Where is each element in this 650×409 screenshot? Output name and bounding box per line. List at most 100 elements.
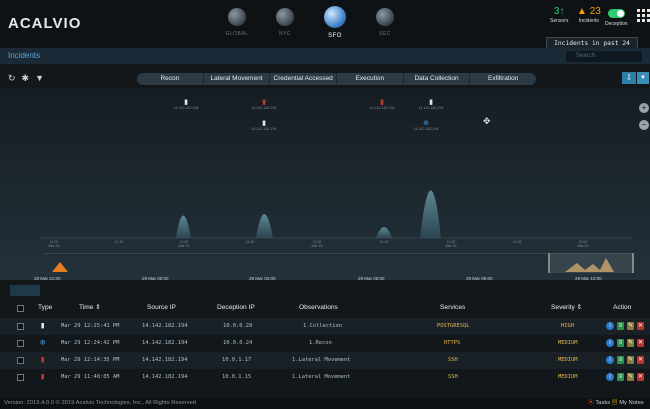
row-checkbox[interactable] — [17, 323, 24, 330]
device-marker[interactable]: ▮ 14.142.182.194 — [362, 98, 402, 110]
app-logo: ACALVIO — [8, 15, 82, 32]
device-marker[interactable]: ▮ 14.142.182.194 — [244, 119, 284, 131]
time-tick: 11:30 Mar 29 — [178, 240, 190, 248]
info-icon[interactable]: i — [606, 339, 614, 347]
row-checkbox[interactable] — [17, 357, 24, 364]
deception-stat: Deception — [605, 20, 628, 27]
row-deception-ip: 10.0.1.15 — [222, 374, 252, 380]
wand-icon[interactable]: ✎ — [627, 339, 634, 347]
row-service: SSH — [448, 374, 458, 380]
server-icon: ▮ — [184, 99, 188, 106]
site-sfo[interactable]: SFO — [310, 6, 360, 39]
wand-icon[interactable]: ✎ — [627, 373, 634, 381]
deception-toggle[interactable] — [608, 9, 625, 18]
globe-icon — [276, 8, 294, 26]
gear-icon[interactable]: ✱ — [22, 72, 30, 84]
row-actions: i ≡ ✎ ✕ — [606, 373, 644, 381]
document-icon: ▮ — [40, 372, 46, 382]
table-row[interactable]: ⊕ Mar 29 12:24:42 PM 14.142.182.194 10.0… — [0, 335, 650, 352]
notes-icon[interactable]: ▤ — [612, 400, 618, 406]
page-header — [0, 48, 650, 64]
row-checkbox[interactable] — [17, 340, 24, 347]
row-service: POSTGRESQL — [437, 323, 470, 329]
column-severity[interactable]: Severity ⇕ — [551, 300, 582, 316]
time-navigator[interactable] — [44, 253, 634, 274]
table-row[interactable]: ▮ Mar 29 12:25:41 PM 14.142.182.194 10.0… — [0, 318, 650, 335]
filter-icon[interactable]: ▼ — [35, 72, 44, 84]
time-tick: 11:15 — [114, 240, 124, 244]
trash-icon[interactable]: ✕ — [637, 322, 644, 330]
column-deception-ip[interactable]: Deception IP — [217, 300, 255, 316]
site-label: GLOBAL — [225, 31, 249, 37]
wand-icon[interactable]: ✎ — [627, 322, 634, 330]
report-icon[interactable]: ≡ — [617, 356, 624, 364]
trash-icon[interactable]: ✕ — [637, 373, 644, 381]
row-source-ip: 14.142.182.194 — [142, 357, 188, 363]
sensors-count: 3↑ — [553, 6, 565, 17]
column-services[interactable]: Services — [440, 300, 465, 316]
tasks-icon[interactable]: ⦿ — [588, 400, 594, 406]
site-global[interactable]: GLOBAL — [212, 6, 262, 37]
wand-icon[interactable]: ✎ — [627, 356, 634, 364]
apps-grid-icon[interactable] — [637, 9, 650, 22]
device-marker[interactable]: ⊕ 14.142.182.194 — [406, 119, 446, 131]
time-tick: 12:30 Mar 29 — [445, 240, 457, 248]
row-time: Mar 29 12:24:42 PM — [61, 340, 120, 346]
trash-icon[interactable]: ✕ — [637, 356, 644, 364]
phase-data-collection[interactable]: Data Collection — [402, 73, 470, 85]
zoom-out-button[interactable]: − — [639, 120, 649, 130]
trash-icon[interactable]: ✕ — [637, 339, 644, 347]
phase-recon[interactable]: Recon — [137, 73, 203, 85]
row-checkbox[interactable] — [17, 374, 24, 381]
document-icon: ▮ — [40, 355, 46, 365]
info-icon[interactable]: i — [606, 322, 614, 330]
row-deception-ip: 10.0.0.24 — [223, 340, 253, 346]
column-action: Action — [613, 304, 632, 311]
table-row[interactable]: ▮ Mar 29 11:48:05 AM 14.142.182.194 10.0… — [0, 369, 650, 386]
incidents-stat[interactable]: ▲ 23 Incidents — [577, 6, 601, 24]
report-icon[interactable]: ≡ — [617, 373, 624, 381]
move-icon[interactable]: ✥ — [483, 116, 491, 127]
device-marker[interactable]: ▮ 14.142.182.194 — [166, 98, 206, 110]
time-tick: 12:00 Mar 29 — [311, 240, 323, 248]
chart-background — [0, 88, 650, 280]
device-marker[interactable]: ▮ 14.142.182.194 — [411, 98, 451, 110]
notes-link[interactable]: My Notes — [619, 400, 643, 406]
download-button[interactable]: ⇩ — [622, 72, 636, 84]
server-icon: ▮ — [262, 120, 266, 127]
column-time[interactable]: Time ⇕ — [79, 300, 101, 316]
filter-toggle[interactable] — [10, 285, 40, 296]
column-type[interactable]: Type — [38, 300, 52, 316]
refresh-icon[interactable]: ↻ — [8, 72, 16, 84]
row-actions: i ≡ ✎ ✕ — [606, 322, 644, 330]
info-icon[interactable]: i — [606, 373, 614, 381]
site-sec[interactable]: SEC — [360, 6, 410, 37]
info-icon[interactable]: i — [606, 356, 614, 364]
kill-chain-phases: Recon Lateral Movement Credential Access… — [137, 73, 536, 85]
row-deception-ip: 10.0.0.28 — [223, 323, 253, 329]
navigator-selection[interactable] — [548, 253, 634, 273]
download-dropdown-icon[interactable]: ▼ — [637, 72, 649, 84]
sensors-stat[interactable]: 3↑ Sensors — [550, 6, 568, 24]
column-observations[interactable]: Observations — [299, 300, 338, 316]
phase-exfiltration[interactable]: Exfiltration — [469, 73, 536, 85]
zoom-in-button[interactable]: + — [639, 103, 649, 113]
search-input[interactable]: Search — [566, 51, 642, 62]
report-icon[interactable]: ≡ — [617, 322, 624, 330]
column-source-ip[interactable]: Source IP — [147, 300, 176, 316]
phase-lateral-movement[interactable]: Lateral Movement — [202, 73, 270, 85]
device-ip: 14.142.182.194 — [413, 127, 439, 131]
time-tick: 12:15 — [379, 240, 389, 244]
phase-execution[interactable]: Execution — [336, 73, 403, 85]
status-summary: 3↑ Sensors ▲ 23 Incidents Deception — [548, 6, 638, 34]
page-title: Incidents — [8, 51, 41, 60]
tasks-link[interactable]: Tasks — [595, 400, 610, 406]
select-all-checkbox[interactable] — [17, 305, 24, 312]
navigator-label: 29 Mar 06:00 — [358, 276, 385, 281]
site-nyc[interactable]: NYC — [260, 6, 310, 37]
device-marker[interactable]: ▮ 14.142.182.194 — [244, 98, 284, 110]
phase-credential-accessed[interactable]: Credential Accessed — [269, 73, 336, 85]
table-row[interactable]: ▮ Mar 29 12:14:35 PM 14.142.182.194 10.0… — [0, 352, 650, 369]
incidents-label: Incidents — [578, 18, 599, 24]
report-icon[interactable]: ≡ — [617, 339, 624, 347]
